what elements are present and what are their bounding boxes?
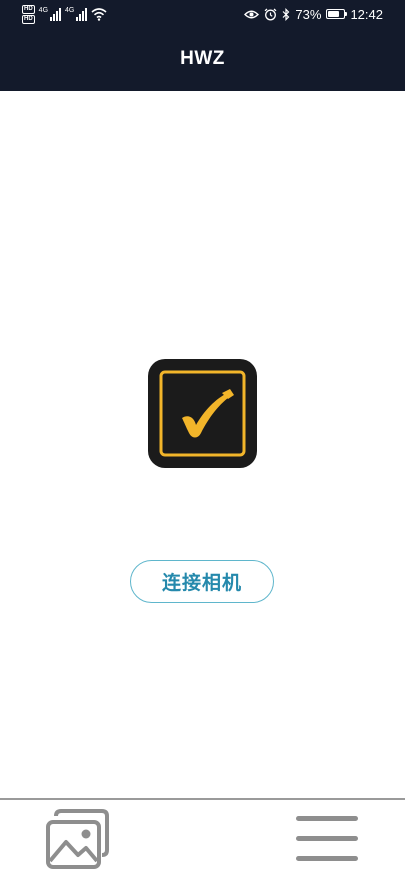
battery-level	[328, 11, 340, 17]
network-type-label: 4G	[38, 7, 49, 14]
menu-line	[296, 816, 358, 821]
app-screen: HD HD 4G 4G 73% 12:42 HWZ 连接相机	[0, 0, 405, 878]
hd-badge: HD	[22, 4, 35, 14]
bluetooth-icon	[282, 7, 290, 21]
hd-badge: HD	[22, 14, 35, 24]
battery-percent: 73%	[295, 6, 322, 22]
signal-icon: 4G	[65, 7, 88, 21]
gallery-icon[interactable]	[42, 806, 112, 872]
status-time: 12:42	[350, 6, 383, 22]
top-header: HD HD 4G 4G 73% 12:42 HWZ	[0, 0, 405, 91]
hd-badges: HD HD	[22, 4, 35, 24]
eye-icon	[244, 10, 260, 18]
signal-icon: 4G	[38, 7, 62, 21]
network-type-label: 4G	[65, 7, 75, 14]
status-bar-right: 73% 12:42	[244, 5, 383, 23]
menu-line	[296, 836, 358, 841]
camera-app-checkmark-icon	[148, 359, 257, 468]
menu-icon[interactable]	[292, 812, 362, 864]
status-bar-left: HD HD 4G 4G	[22, 4, 107, 24]
bottom-nav-divider	[0, 798, 405, 800]
alarm-icon	[264, 8, 277, 20]
menu-line	[296, 856, 358, 861]
status-bar: HD HD 4G 4G 73% 12:42	[0, 0, 405, 28]
connect-camera-button[interactable]: 连接相机	[130, 560, 274, 603]
wifi-icon	[91, 8, 107, 21]
battery-icon	[326, 9, 348, 19]
page-title: HWZ	[180, 48, 225, 69]
